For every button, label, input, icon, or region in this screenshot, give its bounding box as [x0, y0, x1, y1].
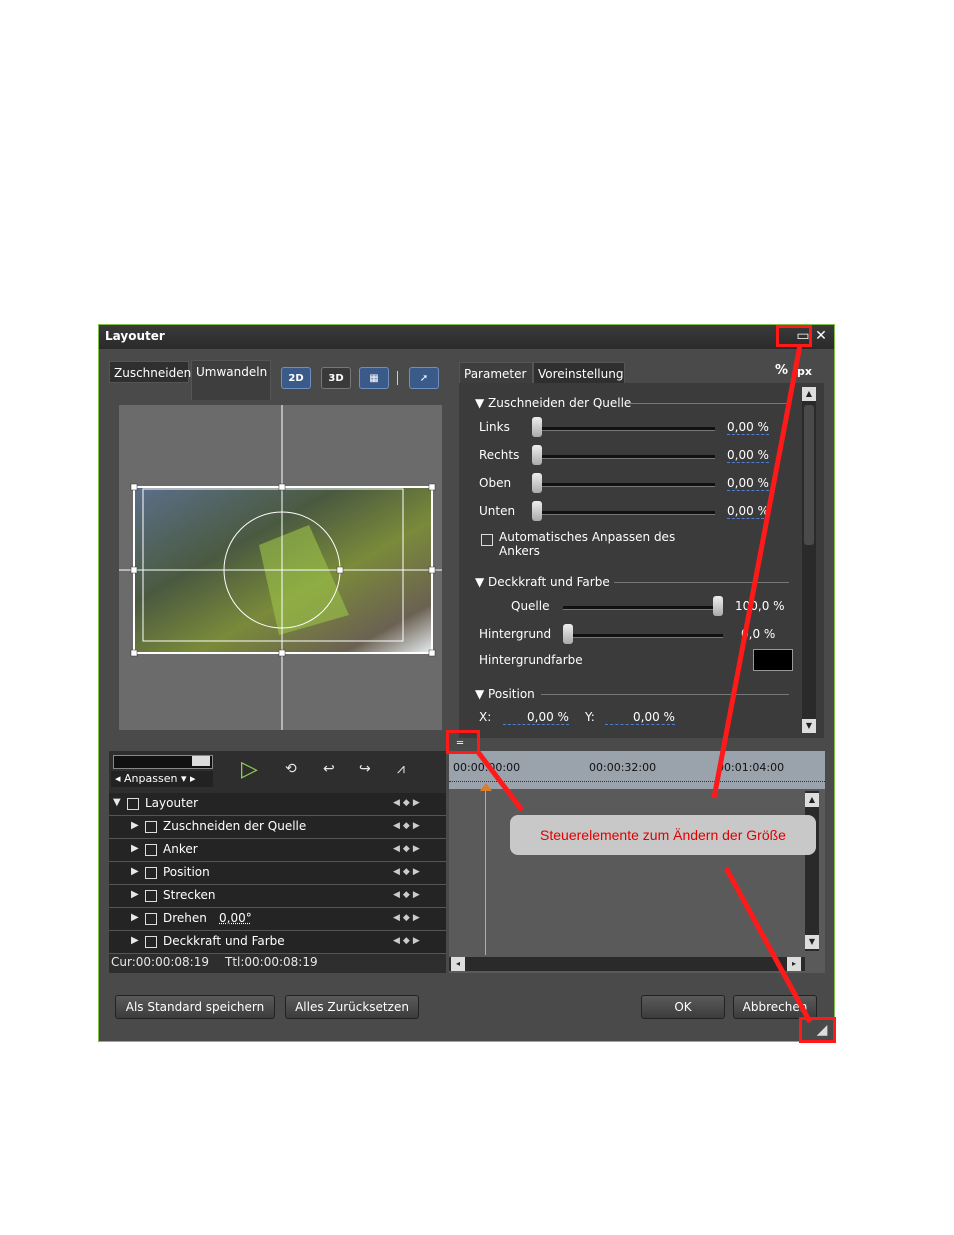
arrow-to-resize-grip — [723, 866, 813, 1024]
arrow-to-splitter — [476, 750, 524, 812]
annotation-callout: Steuerelemente zum Ändern der Größe — [510, 815, 816, 855]
annotation-arrows — [476, 344, 813, 1024]
arrow-to-window-controls — [711, 344, 803, 799]
